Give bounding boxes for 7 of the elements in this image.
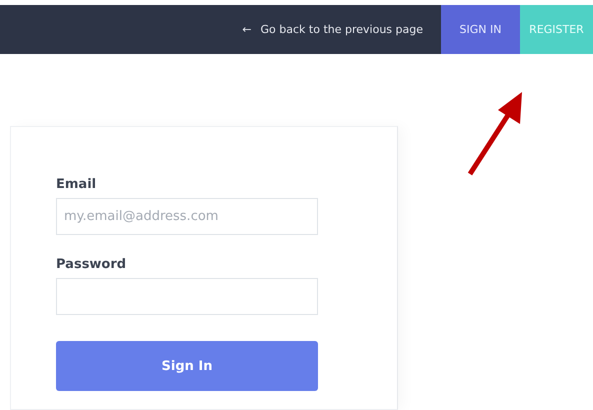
email-field[interactable]: my.email@address.com [56,198,318,235]
password-field[interactable] [56,278,318,315]
sign-in-button[interactable]: SIGN IN [441,5,520,54]
field-label: Email [56,177,96,192]
field-label: Password [56,257,126,272]
sign-in-submit-button[interactable]: Sign In [56,341,318,391]
back-link[interactable]: ← Go back to the previous page [242,5,441,54]
